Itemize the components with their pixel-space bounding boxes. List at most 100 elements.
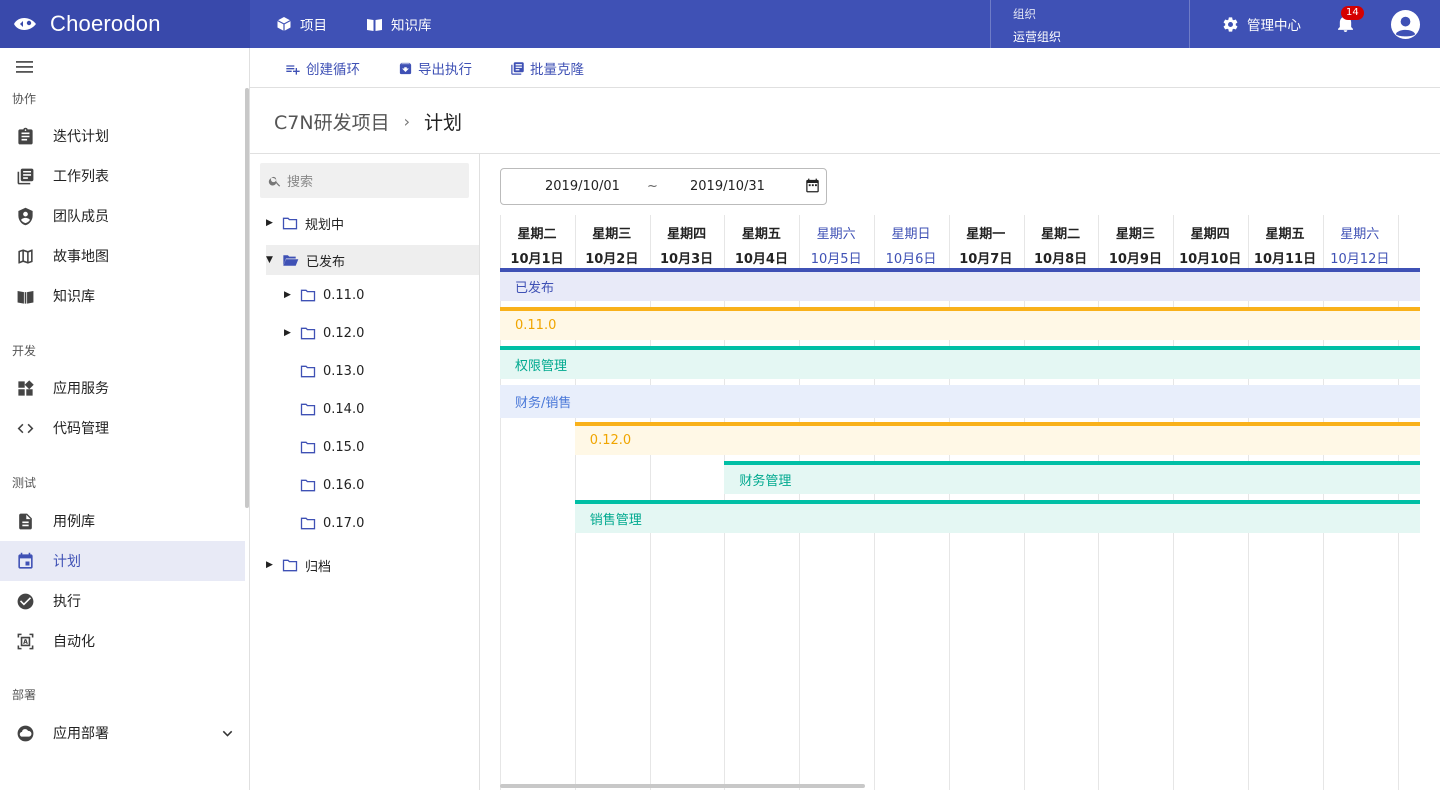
- tree-node-archive[interactable]: ▶ 归档: [266, 550, 466, 580]
- sidebar-item-label: 迭代计划: [53, 129, 109, 145]
- folder-icon: [300, 517, 316, 529]
- calendar-icon[interactable]: [805, 178, 820, 193]
- avatar[interactable]: [1390, 9, 1421, 40]
- sidebar-item-plan[interactable]: 计划: [0, 541, 245, 581]
- tree-node-0-11-0[interactable]: ▶ 0.11.0: [284, 280, 464, 310]
- search-placeholder: 搜索: [287, 175, 314, 190]
- sidebar-item-label: 团队成员: [53, 209, 109, 225]
- app-name: Choerodon: [50, 11, 161, 36]
- tree-node-0-13-0[interactable]: 0.13.0: [284, 356, 464, 386]
- toolbar: 创建循环 导出执行 批量克隆: [250, 48, 1440, 88]
- shield-user-icon: [18, 207, 33, 225]
- gantt-grid: 星期二 10月1日 星期三 10月2日 星期四 10月3日 星期五 10月4日 星期六 10月5日…: [500, 215, 1420, 790]
- tree-node-label: 0.15.0: [323, 439, 365, 455]
- day-date: 10: [1398, 248, 1420, 263]
- menu-icon[interactable]: [16, 60, 34, 74]
- fish-logo-icon: [14, 18, 36, 30]
- tree-node-label: 0.11.0: [323, 287, 365, 303]
- library-books-icon: [511, 61, 524, 75]
- tree-node-0-14-0[interactable]: 0.14.0: [284, 394, 464, 424]
- tree-node-0-12-0[interactable]: ▶ 0.12.0: [284, 318, 464, 348]
- day-date: 10月6日: [885, 252, 937, 267]
- logo[interactable]: Choerodon: [0, 0, 250, 48]
- sidebar-item-team[interactable]: 团队成员: [0, 196, 245, 236]
- sidebar-item-case-lib[interactable]: 用例库: [0, 501, 245, 541]
- date-range-picker[interactable]: 2019/10/01 ~ 2019/10/31: [500, 168, 827, 205]
- chevron-down-icon[interactable]: [218, 724, 237, 743]
- calendar-panel: 2019/10/01 ~ 2019/10/31 星期二 10月1日 星期三 10月2日…: [480, 154, 1440, 790]
- caret-down-icon[interactable]: ▼: [266, 255, 278, 265]
- sidebar-item-label: 自动化: [53, 634, 95, 650]
- gantt-bar[interactable]: 财务管理: [724, 461, 1420, 494]
- widgets-icon: [18, 379, 34, 396]
- sidebar-item-app-service[interactable]: 应用服务: [0, 368, 245, 408]
- admin-center-button[interactable]: 管理中心: [1222, 0, 1301, 48]
- tree-node-0-15-0[interactable]: 0.15.0: [284, 432, 464, 462]
- batch-clone-label: 批量克隆: [530, 62, 584, 78]
- sidebar-item-label: 代码管理: [53, 421, 109, 437]
- caret-right-icon[interactable]: ▶: [266, 560, 278, 570]
- org-switcher[interactable]: 组织 运营组织: [990, 0, 1190, 48]
- sidebar-item-execute[interactable]: 执行: [0, 581, 245, 621]
- sidebar-item-iteration[interactable]: 迭代计划: [0, 116, 245, 156]
- day-date: 10月3日: [660, 252, 714, 267]
- archive-icon: [399, 62, 412, 74]
- nav-knowledge[interactable]: 知识库: [366, 0, 432, 48]
- notification-badge: 14: [1341, 6, 1364, 20]
- tree-node-0-17-0[interactable]: 0.17.0: [284, 508, 464, 538]
- date-to-input[interactable]: 2019/10/31: [690, 179, 765, 194]
- tree-node-0-16-0[interactable]: 0.16.0: [284, 470, 464, 500]
- org-label: 组织: [1013, 7, 1036, 21]
- caret-right-icon[interactable]: ▶: [284, 328, 296, 338]
- sidebar-item-worklist[interactable]: 工作列表: [0, 156, 245, 196]
- automation-icon: [17, 633, 34, 649]
- list-icon: [17, 168, 34, 184]
- date-separator: ~: [647, 179, 658, 194]
- gantt-bar[interactable]: 0.12.0: [574, 422, 1420, 455]
- sidebar-item-story-map[interactable]: 故事地图: [0, 236, 245, 276]
- book-icon: [367, 18, 382, 31]
- gantt-bar[interactable]: 权限管理: [500, 346, 1420, 379]
- sidebar-scrollbar[interactable]: [245, 88, 249, 508]
- section-collab: 协作: [12, 92, 37, 106]
- export-exec-label: 导出执行: [418, 62, 472, 78]
- sidebar-item-label: 工作列表: [53, 169, 109, 185]
- tree-node-planning[interactable]: ▶ 规划中: [266, 208, 466, 238]
- sidebar-item-knowledge[interactable]: 知识库: [0, 276, 245, 316]
- tree-node-label: 0.12.0: [323, 325, 365, 341]
- gantt-bar[interactable]: 销售管理: [574, 500, 1420, 533]
- date-from-input[interactable]: 2019/10/01: [545, 179, 620, 194]
- create-cycle-button[interactable]: 创建循环: [285, 48, 360, 88]
- breadcrumb-project[interactable]: C7N研发项目: [274, 108, 390, 135]
- batch-clone-button[interactable]: 批量克隆: [510, 48, 584, 88]
- folder-icon: [300, 441, 316, 453]
- day-weekday: 星期四: [667, 227, 707, 242]
- playlist-add-icon: [286, 65, 300, 75]
- tree-node-released[interactable]: ▼ 已发布: [266, 245, 479, 275]
- day-weekday: 星期一: [966, 227, 1006, 242]
- tree-search-input[interactable]: 搜索: [260, 163, 469, 198]
- gantt-bar[interactable]: 财务/销售: [500, 385, 1420, 418]
- day-weekday: 星期六: [1340, 227, 1380, 242]
- document-icon: [19, 513, 32, 529]
- horizontal-scrollbar[interactable]: [500, 784, 865, 788]
- caret-right-icon[interactable]: ▶: [284, 290, 296, 300]
- map-icon: [18, 248, 33, 264]
- nav-projects[interactable]: 项目: [276, 0, 327, 48]
- gantt-bar[interactable]: 已发布: [500, 268, 1420, 301]
- gantt-bar[interactable]: 0.11.0: [500, 307, 1420, 340]
- caret-right-icon[interactable]: ▶: [266, 218, 278, 228]
- sidebar-item-label: 应用部署: [53, 726, 109, 742]
- export-exec-button[interactable]: 导出执行: [398, 48, 472, 88]
- search-icon: [268, 176, 281, 187]
- day-date: 10月2日: [585, 252, 639, 267]
- day-weekday: 星: [1398, 223, 1420, 242]
- day-weekday: 星期四: [1190, 227, 1230, 242]
- day-header: 星期二 10月8日: [1024, 215, 1098, 268]
- day-header: 星期一 10月7日: [949, 215, 1023, 268]
- sidebar-item-automation[interactable]: 自动化: [0, 621, 245, 661]
- sidebar-item-deploy[interactable]: 应用部署: [0, 713, 245, 753]
- day-weekday: 星期五: [1265, 227, 1305, 242]
- tree-node-label: 0.13.0: [323, 363, 365, 379]
- sidebar-item-code[interactable]: 代码管理: [0, 408, 245, 448]
